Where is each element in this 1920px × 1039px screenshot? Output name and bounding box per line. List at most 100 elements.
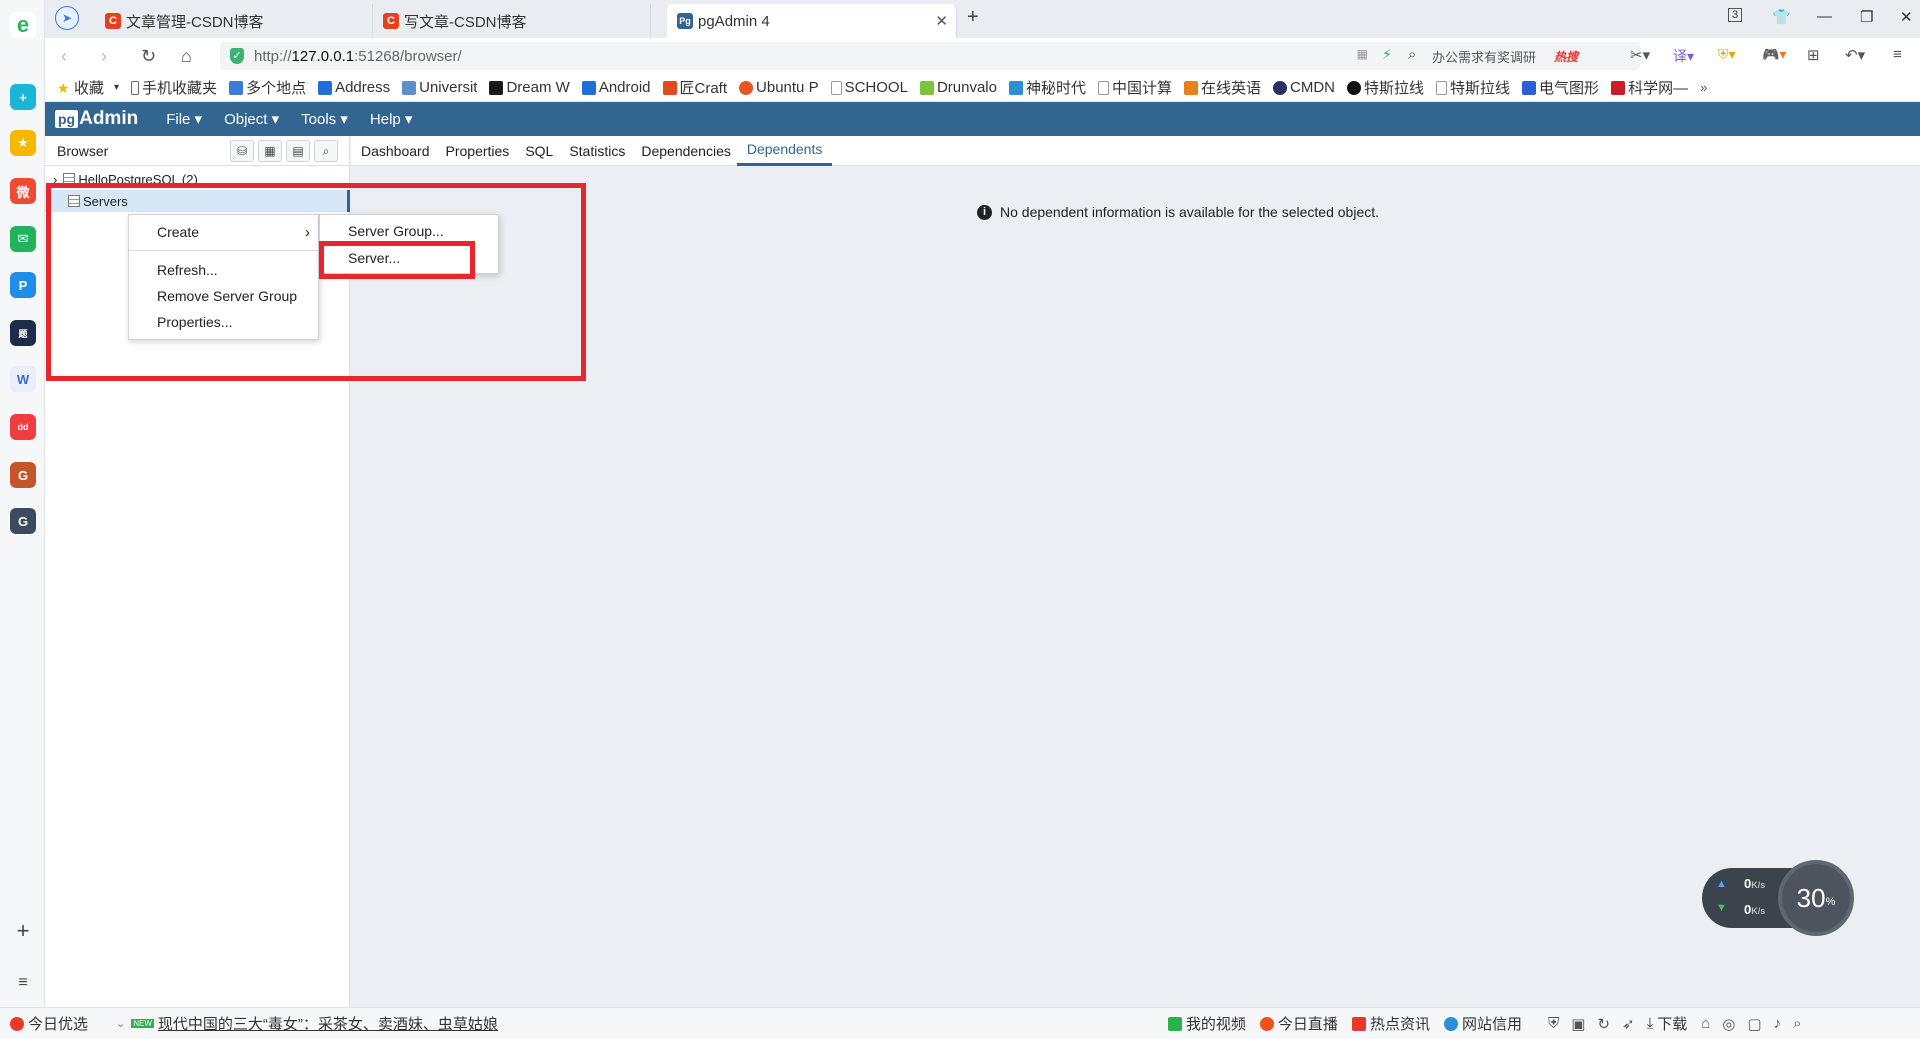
bookmark-item[interactable]: Universit bbox=[402, 79, 477, 96]
restore-icon[interactable]: ❐ bbox=[1860, 8, 1873, 26]
gamepad-icon[interactable]: 🎮▾ bbox=[1762, 46, 1786, 63]
list-icon[interactable]: ≡ bbox=[10, 970, 36, 996]
more-bookmarks-icon[interactable]: » bbox=[1700, 80, 1707, 95]
undo-icon[interactable]: ↶▾ bbox=[1845, 46, 1865, 64]
weibo-app-icon[interactable]: 微 bbox=[10, 178, 36, 204]
news-headline[interactable]: 现代中国的三大“毒女”：采茶女、卖酒妹、虫草姑娘 bbox=[158, 1013, 498, 1034]
shield-check-icon[interactable]: ⛨ bbox=[1548, 1015, 1559, 1032]
hot-news[interactable]: 热点资讯 bbox=[1351, 1013, 1430, 1034]
bookmark-item[interactable]: 特斯拉线 bbox=[1436, 77, 1510, 98]
bookmark-item[interactable]: Address bbox=[318, 79, 390, 96]
downloads[interactable]: ⤓ 下载 bbox=[1647, 1013, 1688, 1034]
reload-icon[interactable]: ↻ bbox=[141, 46, 156, 67]
theme-icon[interactable]: ◎ bbox=[1722, 1015, 1735, 1033]
table-icon[interactable]: ▦ bbox=[258, 140, 282, 162]
menu-help[interactable]: Help ▾ bbox=[370, 110, 413, 128]
tab-pgadmin[interactable]: Pg pgAdmin 4 ✕ bbox=[667, 4, 957, 38]
translate-icon[interactable]: 译▾ bbox=[1673, 46, 1694, 66]
minimize-icon[interactable]: — bbox=[1817, 8, 1832, 25]
image-icon[interactable]: ▣ bbox=[1571, 1015, 1585, 1033]
database-icon[interactable]: ⛁ bbox=[230, 140, 254, 162]
window-count-badge[interactable]: 3 bbox=[1728, 8, 1743, 22]
navigate-icon[interactable]: ➤ bbox=[55, 6, 79, 30]
red-app-icon[interactable]: dd bbox=[10, 414, 36, 440]
game-app-icon[interactable]: G bbox=[10, 462, 36, 488]
tab-dashboard[interactable]: Dashboard bbox=[361, 136, 430, 166]
browser-side-rail: e + ★ 微 ✉ P 题 W dd G G + ≡ bbox=[0, 0, 45, 1039]
map-icon bbox=[229, 80, 244, 95]
apps-grid-icon[interactable]: ⊞ bbox=[1807, 46, 1820, 64]
lightning-icon[interactable]: ⚡ bbox=[1382, 46, 1392, 63]
tab-dependencies[interactable]: Dependencies bbox=[641, 136, 731, 166]
bookmark-item[interactable]: 电气图形 bbox=[1522, 77, 1599, 98]
new-tab-icon[interactable]: + bbox=[967, 6, 979, 29]
bookmark-favorites[interactable]: ★ 收藏 ▾ bbox=[57, 77, 119, 98]
shirt-icon[interactable]: 👕 bbox=[1772, 8, 1791, 26]
bookmark-item[interactable]: 科学网— bbox=[1611, 77, 1688, 98]
back-icon[interactable]: ‹ bbox=[61, 46, 67, 67]
chevron-down-icon[interactable]: ⌄ bbox=[116, 1017, 125, 1030]
volume-icon[interactable]: ♪ bbox=[1774, 1015, 1782, 1032]
site-credit[interactable]: 网站信用 bbox=[1443, 1013, 1522, 1034]
doc-app-icon[interactable]: W bbox=[10, 366, 36, 392]
today-picks[interactable]: 今日优选 bbox=[10, 1013, 88, 1034]
bookmark-item[interactable]: 多个地点 bbox=[229, 77, 306, 98]
pgadmin-logo[interactable]: pg Admin bbox=[55, 108, 138, 130]
menu-icon[interactable]: ≡ bbox=[1893, 46, 1902, 63]
address-bar[interactable]: ✓ http:// 127.0.0.1 :51268/browser/ ▦ ⚡ … bbox=[220, 42, 1430, 70]
bookmark-item[interactable]: Drunvalo bbox=[919, 79, 997, 96]
menu-file[interactable]: File ▾ bbox=[166, 110, 202, 128]
ie-logo-icon[interactable]: e bbox=[10, 12, 36, 38]
window-icon[interactable]: ▢ bbox=[1747, 1015, 1761, 1033]
mc-icon bbox=[1008, 80, 1023, 95]
plus-app-icon[interactable]: + bbox=[10, 84, 36, 110]
network-speed-widget[interactable]: ▲ 0K/s ▼ 0K/s 30% bbox=[1702, 860, 1854, 936]
qr-icon[interactable]: ▦ bbox=[1357, 47, 1368, 61]
memory-percent-dial[interactable]: 30% bbox=[1778, 860, 1854, 936]
bookmark-item[interactable]: Dream W bbox=[489, 79, 570, 96]
live-stream[interactable]: 今日直播 bbox=[1259, 1013, 1338, 1034]
bookmark-item[interactable]: 特斯拉线 bbox=[1347, 77, 1424, 98]
my-videos[interactable]: 我的视频 bbox=[1167, 1013, 1246, 1034]
star-app-icon[interactable]: ★ bbox=[10, 130, 36, 156]
home-icon[interactable]: ⌂ bbox=[181, 46, 192, 67]
search-icon[interactable]: ⌕ bbox=[314, 140, 338, 162]
bookmark-item[interactable]: 手机收藏夹 bbox=[131, 77, 217, 98]
search-box[interactable]: ⌕ 办公需求有奖调研 热搜 bbox=[1400, 42, 1640, 70]
rocket-icon[interactable]: ➶ bbox=[1622, 1015, 1635, 1033]
tab-properties[interactable]: Properties bbox=[446, 136, 510, 166]
browser-title: Browser bbox=[57, 142, 109, 159]
menu-tools[interactable]: Tools ▾ bbox=[301, 110, 348, 128]
shield-icon[interactable]: ⛨▾ bbox=[1718, 46, 1736, 63]
tab-dependents[interactable]: Dependents bbox=[736, 136, 833, 166]
bookmark-item[interactable]: Android bbox=[581, 79, 651, 96]
close-window-icon[interactable]: ✕ bbox=[1900, 8, 1913, 26]
mail-app-icon[interactable]: ✉ bbox=[10, 226, 36, 252]
close-tab-icon[interactable]: ✕ bbox=[935, 12, 948, 30]
bookmark-item[interactable]: CMDN bbox=[1273, 79, 1335, 96]
status-label: 下载 bbox=[1657, 1016, 1688, 1033]
tab-sql[interactable]: SQL bbox=[525, 136, 553, 166]
bookmark-item[interactable]: 匠Craft bbox=[662, 77, 727, 98]
p-app-icon[interactable]: P bbox=[10, 272, 36, 298]
bookmark-item[interactable]: 在线英语 bbox=[1184, 77, 1261, 98]
game-icon[interactable]: ⌂ bbox=[1701, 1015, 1710, 1032]
menu-label: File bbox=[166, 111, 191, 128]
bookmark-item[interactable]: SCHOOL bbox=[830, 79, 908, 96]
zoom-icon[interactable]: ⌕ bbox=[1793, 1015, 1801, 1032]
game2-app-icon[interactable]: G bbox=[10, 508, 36, 534]
scissors-icon[interactable]: ✂▾ bbox=[1630, 46, 1650, 64]
bookmark-item[interactable]: 神秘时代 bbox=[1008, 77, 1086, 98]
tab-csdn-manage[interactable]: C 文章管理-CSDN博客 bbox=[95, 4, 373, 38]
add-app-icon[interactable]: + bbox=[10, 918, 36, 944]
bookmark-item[interactable]: 中国计算 bbox=[1097, 77, 1172, 98]
bookmark-item[interactable]: Ubuntu P bbox=[739, 79, 819, 96]
news-icon bbox=[1351, 1016, 1366, 1031]
refresh-icon[interactable]: ↻ bbox=[1597, 1015, 1610, 1033]
filter-table-icon[interactable]: ▤ bbox=[286, 140, 310, 162]
tab-csdn-write[interactable]: C 写文章-CSDN博客 bbox=[373, 4, 651, 38]
menu-object[interactable]: Object ▾ bbox=[224, 110, 279, 128]
news-app-icon[interactable]: 题 bbox=[10, 320, 36, 346]
tab-statistics[interactable]: Statistics bbox=[569, 136, 625, 166]
forward-icon[interactable]: › bbox=[101, 46, 107, 67]
